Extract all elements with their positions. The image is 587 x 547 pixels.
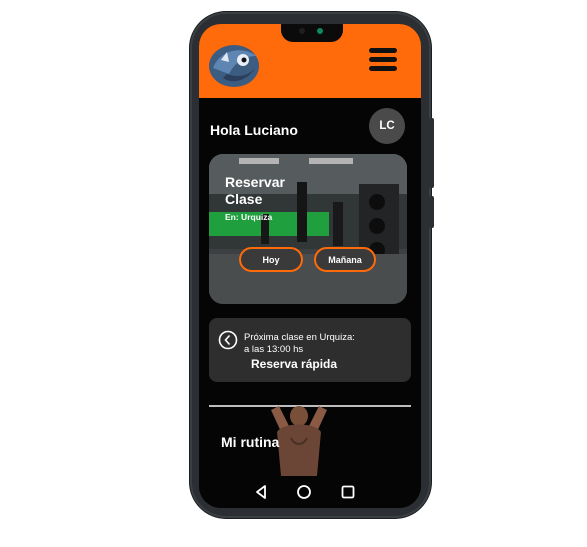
booking-title: Reservar Clase (225, 174, 285, 207)
clock-back-icon[interactable] (218, 330, 238, 350)
user-avatar[interactable]: LC (369, 108, 405, 144)
today-button[interactable]: Hoy (239, 247, 303, 272)
android-nav-bar (199, 476, 421, 508)
next-class-card[interactable]: Próxima clase en Urquiza: a las 13:00 hs… (209, 318, 411, 382)
side-button (429, 196, 434, 228)
app-screen: Hola Luciano LC Reservar Clase En: Urqui… (199, 24, 421, 508)
next-class-location: Próxima clase en Urquiza: (244, 332, 355, 343)
back-icon[interactable] (254, 484, 268, 500)
side-button (429, 118, 434, 188)
menu-icon[interactable] (369, 48, 397, 76)
shark-logo (209, 45, 259, 87)
home-icon[interactable] (296, 484, 312, 500)
booking-card: Reservar Clase En: Urquiza Hoy Mañana (209, 154, 407, 304)
recents-icon[interactable] (340, 484, 356, 500)
routine-label: Mi rutina (221, 434, 280, 450)
app-header (199, 24, 421, 98)
camera-notch (281, 24, 343, 42)
next-class-time: a las 13:00 hs (244, 344, 304, 355)
quick-booking-button[interactable]: Reserva rápida (251, 357, 337, 371)
booking-location: En: Urquiza (225, 212, 273, 222)
tomorrow-button[interactable]: Mañana (314, 247, 376, 272)
greeting-text: Hola Luciano (210, 122, 298, 138)
